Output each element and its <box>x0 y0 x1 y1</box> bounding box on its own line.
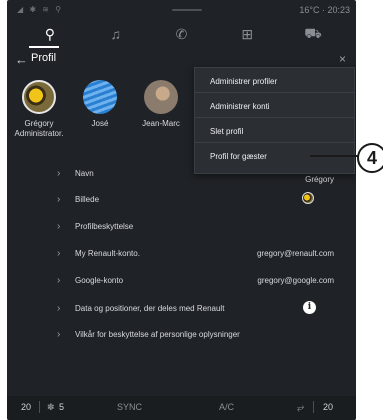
apps-grid-icon[interactable]: ⊞ <box>233 23 261 45</box>
profile-jean-marc[interactable]: Jean-Marc <box>131 80 191 129</box>
row-label: Navn <box>75 169 94 178</box>
row-value: Grégory <box>305 175 334 184</box>
row-label: Profilbeskyttelse <box>75 222 134 231</box>
chevron-right-icon: › <box>57 303 61 314</box>
infotainment-screen: ◢ ✱ ≋ ⚲ 16°C · 20:23 ⚲ ♫ ✆ ⊞ ⛟ ← Profil … <box>7 0 356 420</box>
phone-icon[interactable]: ✆ <box>167 23 195 45</box>
row-label: Google-konto <box>75 276 124 285</box>
profile-jose[interactable]: José <box>70 80 130 129</box>
chevron-right-icon: › <box>57 194 61 205</box>
profile-name: Grégory <box>24 119 54 128</box>
row-label: Data og positioner, der deles med Renaul… <box>75 304 225 313</box>
profile-picture-thumbnail <box>302 192 314 204</box>
avatar <box>22 80 56 114</box>
close-icon[interactable]: × <box>339 52 346 66</box>
divider <box>39 401 40 413</box>
chevron-right-icon: › <box>57 221 61 232</box>
row-label: Vilkår for beskyttelse af personlige opl… <box>75 330 240 339</box>
row-value: gregory@google.com <box>257 276 334 285</box>
temperature-left[interactable]: 20 <box>21 402 31 412</box>
music-note-icon[interactable]: ♫ <box>102 23 130 45</box>
profile-name: José <box>91 119 109 128</box>
status-icons: ◢ ✱ ≋ ⚲ <box>17 5 64 14</box>
callout-number: 4 <box>357 143 383 173</box>
status-handle <box>172 9 202 11</box>
seat-heating-icon[interactable]: ⥂ <box>297 402 304 413</box>
fan-icon[interactable]: ✽ <box>47 402 55 413</box>
avatar <box>144 80 178 114</box>
row-label: Billede <box>75 195 100 204</box>
divider <box>313 401 314 413</box>
profile-name: Jean-Marc <box>142 119 180 128</box>
top-navigation: ⚲ ♫ ✆ ⊞ ⛟ <box>7 20 356 48</box>
menu-item-delete-profile[interactable]: Slet profil <box>195 118 354 143</box>
menu-item-manage-profiles[interactable]: Administrer profiler <box>195 68 354 93</box>
back-arrow-icon[interactable]: ← <box>15 52 28 67</box>
chevron-right-icon: › <box>57 329 61 340</box>
chevron-right-icon: › <box>57 275 61 286</box>
status-bar: ◢ ✱ ≋ ⚲ 16°C · 20:23 <box>7 0 356 20</box>
info-icon[interactable]: i <box>303 301 316 314</box>
row-value: gregory@renault.com <box>256 249 334 258</box>
sync-button[interactable]: SYNC <box>117 402 142 412</box>
callout-leader-line <box>310 155 360 157</box>
menu-item-manage-accounts[interactable]: Administrer konti <box>195 93 354 118</box>
row-profile-protection[interactable]: › Profilbeskyttelse <box>7 216 356 238</box>
page-title: Profil <box>31 52 57 64</box>
row-picture[interactable]: › Billede <box>7 189 356 211</box>
ac-button[interactable]: A/C <box>219 402 234 412</box>
profile-role: Administrator. <box>14 129 64 138</box>
fan-level: 5 <box>59 402 65 412</box>
climate-bar: 20 ✽ 5 SYNC A/C ⥂ 20 <box>7 396 356 420</box>
row-privacy-terms[interactable]: › Vilkår for beskyttelse af personlige o… <box>7 324 356 346</box>
car-icon[interactable]: ⛟ <box>299 23 327 45</box>
temperature-right[interactable]: 20 <box>323 402 333 412</box>
status-temperature-time: 16°C · 20:23 <box>299 5 350 15</box>
chevron-right-icon: › <box>57 248 61 259</box>
avatar <box>83 80 117 114</box>
profile-gregory[interactable]: Grégory Administrator. <box>9 80 69 139</box>
chevron-right-icon: › <box>57 168 61 179</box>
profile-options-menu: Administrer profiler Administrer konti S… <box>194 67 355 174</box>
row-renault-account[interactable]: › My Renault-konto. gregory@renault.com <box>7 243 356 265</box>
row-shared-data[interactable]: › Data og positioner, der deles med Rena… <box>7 298 356 320</box>
row-google-account[interactable]: › Google-konto gregory@google.com <box>7 270 356 292</box>
location-pin-icon[interactable]: ⚲ <box>36 23 64 45</box>
row-label: My Renault-konto. <box>75 249 140 258</box>
